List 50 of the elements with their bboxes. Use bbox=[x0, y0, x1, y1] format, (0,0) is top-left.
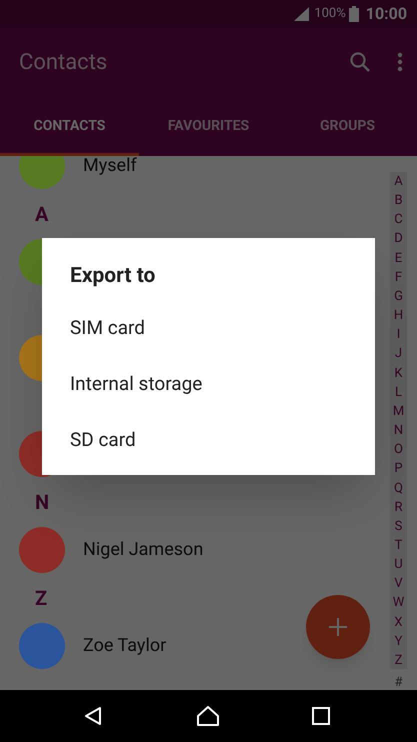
index-letter[interactable]: M bbox=[392, 402, 404, 422]
index-letter[interactable]: W bbox=[392, 593, 404, 613]
index-letter[interactable]: J bbox=[394, 344, 402, 364]
index-letter[interactable]: S bbox=[394, 516, 402, 536]
index-letter[interactable]: A bbox=[394, 172, 403, 192]
index-letter[interactable]: T bbox=[394, 536, 402, 556]
index-letter[interactable]: V bbox=[394, 574, 403, 594]
contact-name[interactable]: Myself bbox=[83, 156, 137, 179]
index-letter[interactable]: X bbox=[394, 612, 403, 632]
home-icon[interactable] bbox=[196, 706, 220, 726]
index-letter[interactable]: N bbox=[394, 421, 404, 440]
index-letter[interactable]: Q bbox=[394, 478, 403, 498]
index-letter[interactable]: E bbox=[394, 248, 402, 268]
contact-name[interactable]: Zoe Taylor bbox=[83, 632, 166, 659]
battery-percentage: 100% bbox=[314, 5, 346, 24]
plus-icon bbox=[328, 617, 348, 637]
signal-icon bbox=[294, 7, 310, 21]
section-letter: Z bbox=[35, 584, 48, 612]
index-letter[interactable]: U bbox=[394, 555, 403, 574]
index-letter[interactable]: O bbox=[394, 440, 403, 460]
tab[interactable]: GROUPS bbox=[278, 96, 417, 156]
battery-icon bbox=[348, 6, 359, 22]
index-letter[interactable]: P bbox=[394, 459, 403, 478]
index-letter[interactable]: F bbox=[394, 268, 402, 287]
index-letter[interactable]: K bbox=[394, 364, 403, 383]
index-letter[interactable]: Y bbox=[394, 632, 402, 651]
search-icon[interactable] bbox=[349, 51, 371, 73]
index-letter[interactable]: # bbox=[394, 673, 402, 690]
dialog-option[interactable]: SD card bbox=[42, 412, 375, 468]
index-letter[interactable]: L bbox=[394, 382, 402, 402]
section-letter: A bbox=[35, 200, 48, 228]
index-letter[interactable]: R bbox=[394, 498, 402, 517]
index-letter[interactable]: H bbox=[394, 306, 404, 326]
back-icon[interactable] bbox=[83, 706, 103, 726]
recent-apps-icon[interactable] bbox=[312, 707, 330, 725]
index-letter[interactable]: B bbox=[394, 191, 403, 210]
more-options-icon[interactable] bbox=[397, 52, 403, 72]
index-letter[interactable]: D bbox=[394, 229, 403, 249]
clock: 10:00 bbox=[366, 3, 407, 25]
index-letter[interactable]: G bbox=[394, 286, 403, 306]
dialog-option[interactable]: Internal storage bbox=[42, 356, 375, 412]
index-letter[interactable]: I bbox=[396, 325, 400, 344]
dialog-option[interactable]: SIM card bbox=[42, 300, 375, 356]
app-title: Contacts bbox=[19, 48, 108, 76]
contact-name[interactable]: Nigel Jameson bbox=[83, 536, 204, 563]
index-letter[interactable]: C bbox=[394, 210, 403, 230]
tab[interactable]: FAVOURITES bbox=[139, 96, 278, 156]
dialog-title: Export to bbox=[70, 263, 156, 290]
section-letter: N bbox=[35, 488, 50, 516]
index-letter[interactable]: Z bbox=[394, 650, 402, 670]
